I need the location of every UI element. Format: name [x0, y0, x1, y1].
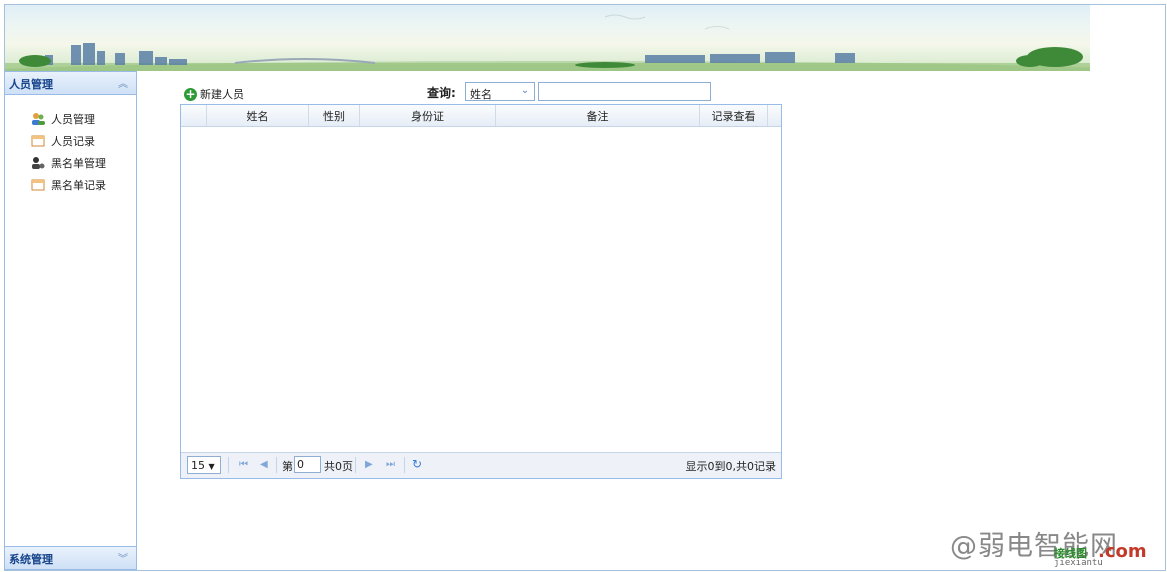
- sidebar: 人员管理 ︽ 人员管理 人员记录 黑名单管理 黑名单记录 系统管理 ︾: [4, 71, 137, 570]
- sidebar-item-personnel-management[interactable]: 人员管理: [31, 110, 95, 128]
- query-field-select[interactable]: 姓名 ⌄: [465, 82, 535, 101]
- page-size-select[interactable]: 15 ▼: [187, 456, 221, 474]
- sidebar-item-personnel-records[interactable]: 人员记录: [31, 132, 95, 150]
- sidebar-panel-header-system[interactable]: 系统管理 ︾: [5, 546, 136, 570]
- blacklist-user-icon: [31, 156, 45, 170]
- dropdown-arrow-icon: ▼: [208, 462, 215, 471]
- divider: [228, 457, 229, 473]
- sidebar-item-blacklist-records[interactable]: 黑名单记录: [31, 176, 106, 194]
- divider: [404, 457, 405, 473]
- sidebar-item-blacklist-management[interactable]: 黑名单管理: [31, 154, 106, 172]
- first-page-icon[interactable]: ⏮: [239, 459, 248, 470]
- sidebar-panel-title: 人员管理: [9, 78, 53, 91]
- page-number-input[interactable]: 0: [294, 456, 321, 473]
- last-page-icon[interactable]: ⏭: [386, 459, 395, 470]
- row-number-column: [181, 105, 207, 126]
- query-field-value: 姓名: [470, 88, 492, 101]
- sidebar-panel-header-personnel[interactable]: 人员管理 ︽: [5, 72, 136, 95]
- calendar-icon: [31, 178, 45, 192]
- column-header-id-card[interactable]: 身份证: [360, 105, 496, 126]
- watermark-domain: jiexiantu: [1054, 558, 1103, 568]
- sidebar-panel-title: 系统管理: [9, 553, 53, 566]
- total-pages: 共0页: [324, 460, 353, 473]
- chevron-down-icon[interactable]: ⌄: [519, 85, 531, 98]
- pagination-bar: 15 ▼ ⏮ ◀ 第 0 共0页 ▶ ⏭ ↻ 显示0到0,共0记录: [181, 452, 781, 478]
- add-person-label: 新建人员: [200, 88, 244, 101]
- city-skyline-image: [5, 14, 1090, 71]
- column-header-record-view[interactable]: 记录查看: [700, 105, 768, 126]
- personnel-grid: 姓名 性别 身份证 备注 记录查看 15 ▼ ⏮ ◀ 第 0 共0页 ▶ ⏭ ↻…: [180, 104, 782, 479]
- watermark-com: .com: [1098, 541, 1147, 562]
- pagination-summary: 显示0到0,共0记录: [685, 460, 777, 473]
- search-input[interactable]: [538, 82, 711, 101]
- sidebar-item-label: 黑名单管理: [51, 157, 106, 170]
- add-icon: +: [184, 87, 197, 101]
- column-header-remarks[interactable]: 备注: [496, 105, 700, 126]
- users-icon: [31, 112, 45, 126]
- prev-page-icon[interactable]: ◀: [260, 459, 268, 470]
- header-banner: [5, 5, 1090, 71]
- query-label: 查询:: [427, 86, 456, 100]
- refresh-icon[interactable]: ↻: [412, 457, 422, 471]
- sidebar-item-label: 黑名单记录: [51, 179, 106, 192]
- page-size-value: 15: [191, 459, 205, 472]
- expand-down-icon[interactable]: ︾: [118, 550, 128, 565]
- divider: [355, 457, 356, 473]
- add-person-button[interactable]: + 新建人员: [184, 86, 244, 102]
- calendar-icon: [31, 134, 45, 148]
- grid-header: 姓名 性别 身份证 备注 记录查看: [181, 105, 781, 127]
- collapse-up-icon[interactable]: ︽: [118, 75, 128, 90]
- divider: [276, 457, 277, 473]
- next-page-icon[interactable]: ▶: [365, 459, 373, 470]
- sidebar-item-label: 人员记录: [51, 135, 95, 148]
- sidebar-item-label: 人员管理: [51, 113, 95, 126]
- column-header-name[interactable]: 姓名: [207, 105, 309, 126]
- page-prefix: 第: [282, 460, 293, 473]
- column-header-gender[interactable]: 性别: [309, 105, 360, 126]
